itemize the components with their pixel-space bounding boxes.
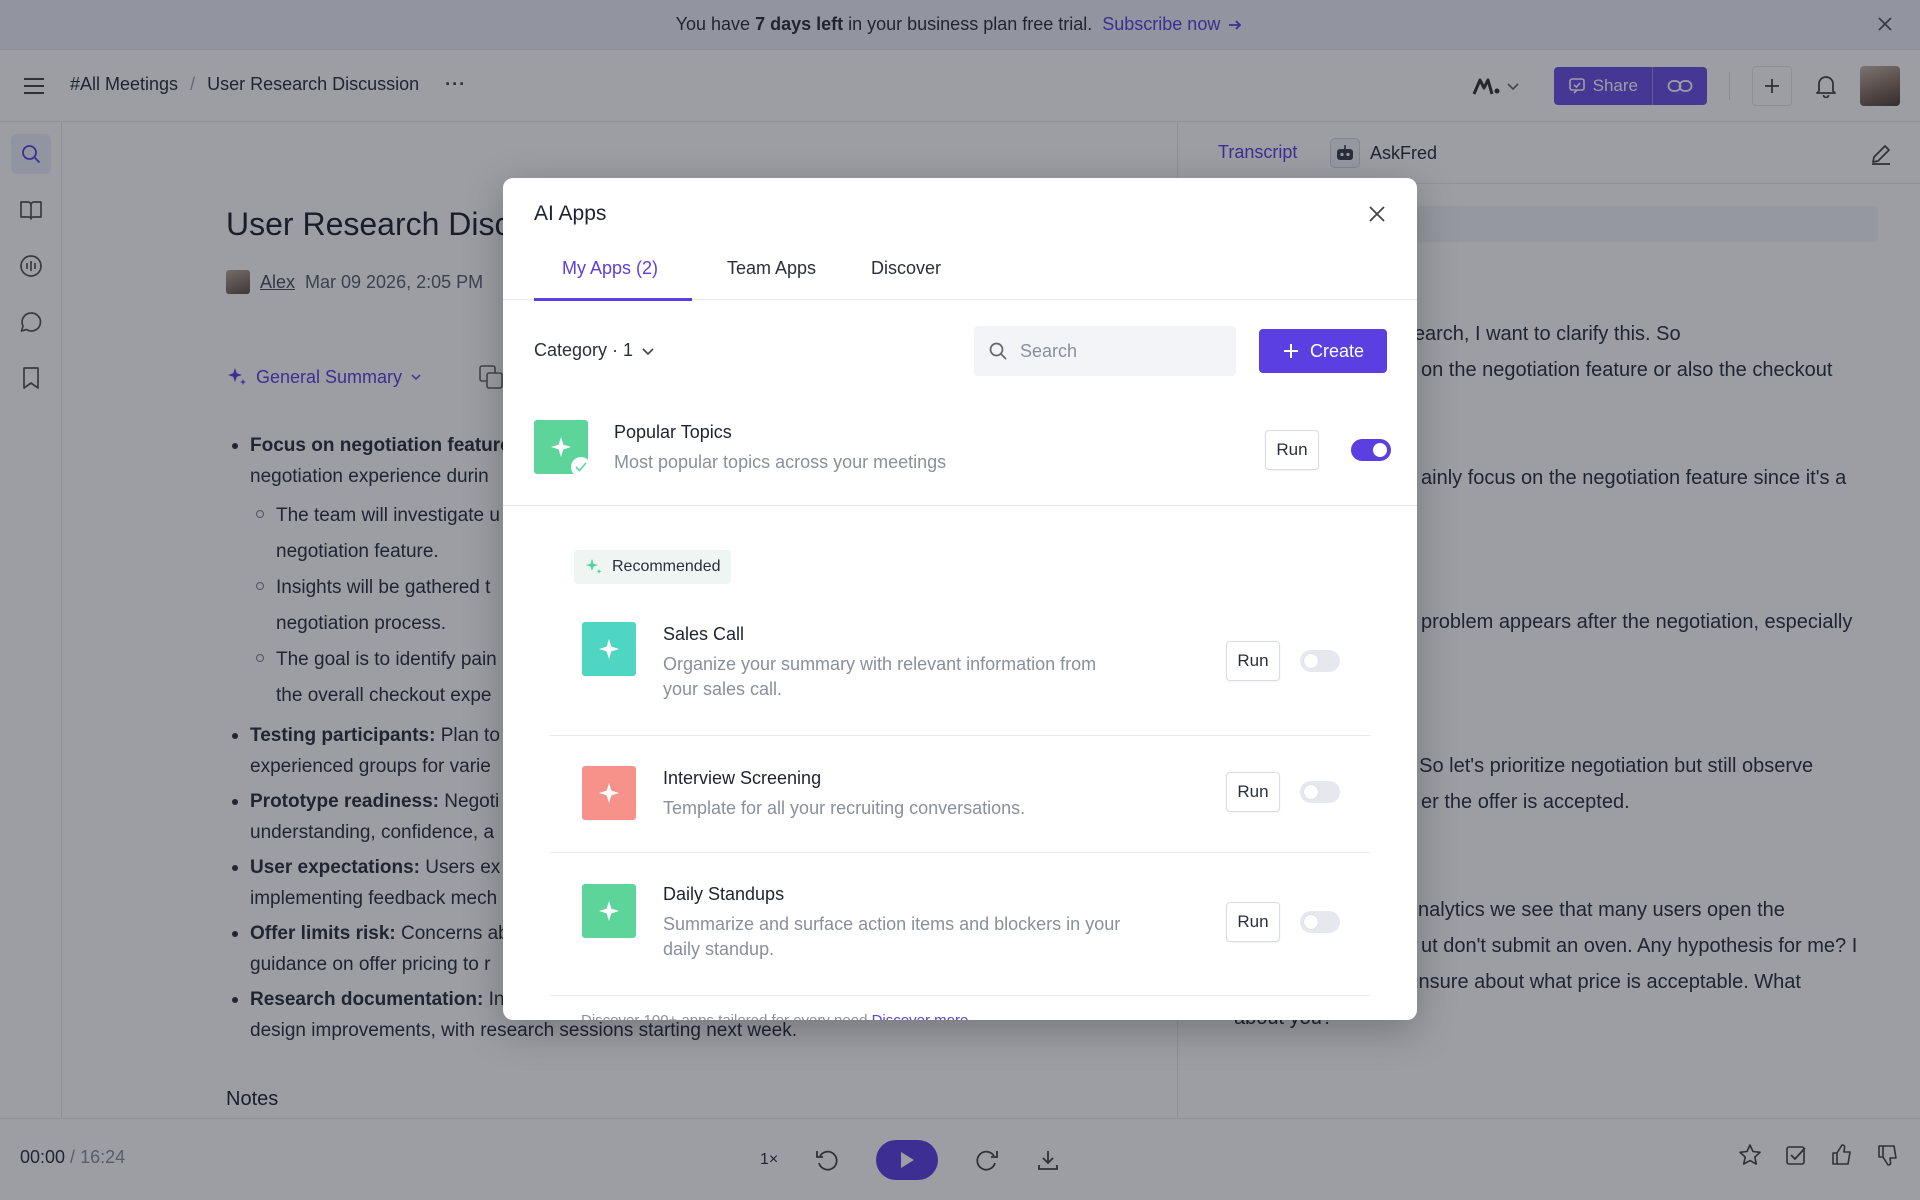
sparkle-icon xyxy=(599,783,619,803)
app-row-popular-topics: Popular Topics Most popular topics acros… xyxy=(534,420,1391,490)
app-name: Popular Topics xyxy=(614,422,732,442)
app-name: Daily Standups xyxy=(663,884,785,904)
tab-my-apps[interactable]: My Apps (2) xyxy=(562,258,658,293)
app-description: Most popular topics across your meetings xyxy=(614,452,947,472)
app-enabled-toggle[interactable] xyxy=(1351,439,1391,461)
app-description: Summarize and surface action items and b… xyxy=(663,914,1121,959)
tab-team-apps[interactable]: Team Apps xyxy=(727,258,816,293)
sparkle-icon xyxy=(551,437,571,457)
app-enabled-toggle[interactable] xyxy=(1300,781,1340,803)
sparkle-icon xyxy=(599,901,619,921)
run-button[interactable]: Run xyxy=(1226,772,1280,812)
row-divider xyxy=(550,995,1370,996)
dialog-title: AI Apps xyxy=(534,202,607,225)
row-divider xyxy=(550,852,1370,853)
app-search xyxy=(974,326,1236,376)
check-icon xyxy=(575,462,587,472)
installed-check-badge xyxy=(571,457,591,477)
sparkle-icon xyxy=(586,559,602,574)
run-button[interactable]: Run xyxy=(1226,641,1280,681)
row-divider xyxy=(550,735,1370,736)
app-icon xyxy=(582,884,636,938)
run-button[interactable]: Run xyxy=(1226,902,1280,942)
active-tab-indicator xyxy=(534,298,692,301)
create-app-button[interactable]: Create xyxy=(1259,329,1387,373)
app-icon xyxy=(582,766,636,820)
app-enabled-toggle[interactable] xyxy=(1300,650,1340,672)
app-row-interview-screening: Interview Screening Template for all you… xyxy=(582,766,1362,826)
recommended-badge: Recommended xyxy=(574,550,731,584)
run-button[interactable]: Run xyxy=(1265,430,1319,470)
app-row-sales-call: Sales Call Organize your summary with re… xyxy=(582,622,1362,712)
app-enabled-toggle[interactable] xyxy=(1300,911,1340,933)
app-row-daily-standups: Daily Standups Summarize and surface act… xyxy=(582,884,1362,974)
app-description: Template for all your recruiting convers… xyxy=(663,798,1026,818)
app-name: Interview Screening xyxy=(663,768,822,788)
discover-more-link[interactable]: Discover more xyxy=(872,1012,969,1020)
search-input[interactable] xyxy=(1020,340,1220,362)
category-filter[interactable]: Category · 1 xyxy=(534,340,655,361)
plus-icon xyxy=(1283,344,1298,358)
app-icon xyxy=(534,420,591,477)
section-divider xyxy=(503,505,1417,506)
app-icon xyxy=(582,622,636,676)
app-name: Sales Call xyxy=(663,624,745,644)
discover-more-note: Discover 100+ apps tailored for every ne… xyxy=(581,1012,968,1020)
close-icon[interactable] xyxy=(1367,204,1387,224)
tab-discover[interactable]: Discover xyxy=(871,258,941,293)
app-description: Organize your summary with relevant info… xyxy=(663,654,1097,699)
ai-apps-dialog: AI Apps My Apps (2) Team Apps Discover C… xyxy=(503,178,1417,1020)
chevron-down-icon xyxy=(642,347,654,355)
sparkle-icon xyxy=(599,639,619,659)
search-icon xyxy=(989,342,1007,360)
dialog-tabs: My Apps (2) Team Apps Discover xyxy=(503,248,1417,301)
